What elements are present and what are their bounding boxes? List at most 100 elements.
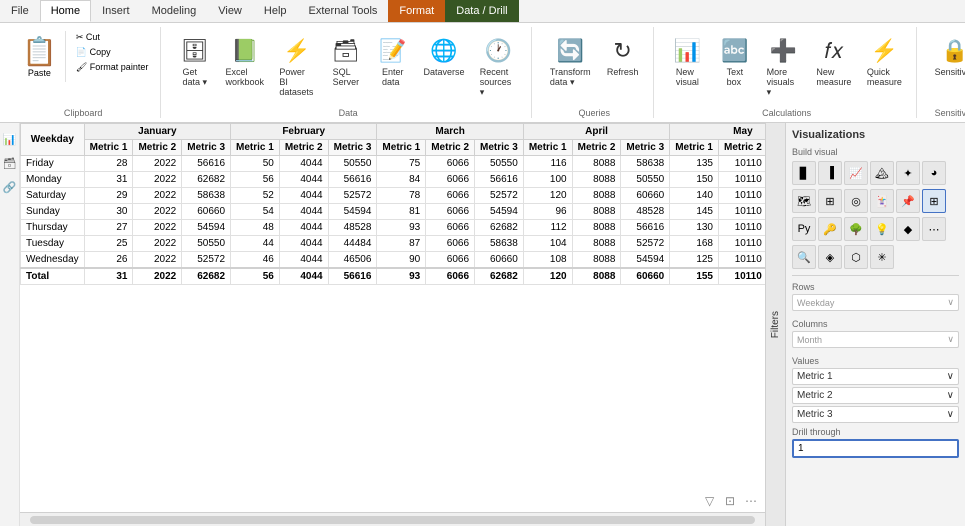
feb-metric2-header: Metric 2	[279, 140, 328, 156]
more-options-icon[interactable]: ⋯	[745, 494, 761, 510]
tab-external-tools[interactable]: External Tools	[298, 0, 389, 22]
excel-workbook-button[interactable]: 📗 Excelworkbook	[220, 31, 269, 91]
weekday-header: Weekday	[21, 124, 85, 156]
vis-icon-python[interactable]: Py	[792, 217, 816, 241]
metric3-cell: 44484	[328, 236, 377, 252]
metric1-cell: 120	[523, 188, 572, 204]
weekday-cell: Monday	[21, 172, 85, 188]
sql-server-button[interactable]: 🗃 SQLServer	[325, 31, 368, 91]
vis-icon-scatter[interactable]: ✦	[896, 161, 920, 185]
tab-insert[interactable]: Insert	[91, 0, 141, 22]
sensitivity-icon: 🔒	[939, 35, 965, 67]
columns-value[interactable]: Month ∨	[792, 331, 959, 348]
vis-icon-gauge[interactable]: ◎	[844, 189, 868, 213]
vis-icon-shape[interactable]: ◆	[896, 217, 920, 241]
recent-sources-button[interactable]: 🕐 Recentsources ▾	[474, 31, 523, 102]
table-row: Total31202262682564044566169360666268212…	[21, 268, 766, 285]
weekday-cell: Sunday	[21, 204, 85, 220]
metric1-cell: 27	[84, 220, 133, 236]
metric3-cell: 60660	[621, 188, 670, 204]
horizontal-scrollbar[interactable]	[30, 516, 755, 524]
metric3-value[interactable]: Metric 3 ∨	[792, 406, 959, 423]
tab-data-drill[interactable]: Data / Drill	[445, 0, 518, 22]
new-measure-button[interactable]: 𝑓𝑥 Newmeasure	[811, 31, 857, 91]
vis-icon-bar2[interactable]: ▐	[818, 161, 842, 185]
tab-file[interactable]: File	[0, 0, 40, 22]
clipboard-group: 📋 Paste ✂ Cut 📄 Copy 🖌 Format painter Cl…	[6, 27, 161, 118]
filter-tab[interactable]: Filters	[766, 123, 786, 526]
weekday-cell: Thursday	[21, 220, 85, 236]
metric3-cell: 56616	[328, 268, 377, 285]
sidebar-report-icon[interactable]: 📊	[2, 131, 18, 147]
get-data-button[interactable]: 🗄 Getdata ▾	[173, 31, 216, 92]
sidebar-data-icon[interactable]: 🗃	[2, 155, 18, 171]
more-visuals-button[interactable]: ➕ Morevisuals ▾	[761, 31, 807, 102]
dataverse-button[interactable]: 🌐 Dataverse	[418, 31, 470, 81]
vis-icon-custom1[interactable]: 🔍	[792, 245, 816, 269]
metric3-cell: 50550	[621, 172, 670, 188]
focus-icon[interactable]: ⊡	[725, 494, 741, 510]
tab-help[interactable]: Help	[253, 0, 298, 22]
metric2-value[interactable]: Metric 2 ∨	[792, 387, 959, 404]
copy-button[interactable]: 📄 Copy	[72, 46, 152, 59]
queries-group: 🔄 Transformdata ▾ ↻ Refresh Queries	[536, 27, 654, 118]
metric2-cell: 4044	[279, 156, 328, 172]
ribbon: File Home Insert Modeling View Help Exte…	[0, 0, 965, 123]
metric3-label: Metric 3	[797, 409, 833, 420]
vis-icon-custom3[interactable]: ⬡	[844, 245, 868, 269]
metric1-cell: 75	[377, 156, 426, 172]
metric3-cell: 62682	[475, 268, 524, 285]
metric3-cell: 52572	[475, 188, 524, 204]
vis-icon-more[interactable]: ⋯	[922, 217, 946, 241]
text-box-button[interactable]: 🔤 Textbox	[713, 31, 757, 91]
metric3-cell: 50550	[475, 156, 524, 172]
tab-modeling[interactable]: Modeling	[141, 0, 208, 22]
quick-measure-button[interactable]: ⚡ Quickmeasure	[861, 31, 907, 91]
apr-metric1-header: Metric 1	[523, 140, 572, 156]
cut-button[interactable]: ✂ Cut	[72, 31, 152, 44]
vis-icon-pie[interactable]: ◕	[922, 161, 946, 185]
vis-icon-map[interactable]: 🗺	[792, 189, 816, 213]
vis-icon-custom2[interactable]: ◈	[818, 245, 842, 269]
power-bi-datasets-button[interactable]: ⚡ Power BIdatasets	[273, 31, 320, 101]
sidebar-model-icon[interactable]: 🔗	[2, 179, 18, 195]
drill-through-input[interactable]	[792, 439, 959, 458]
metric2-cell: 8088	[572, 220, 621, 236]
vis-icon-kpi[interactable]: 📌	[896, 189, 920, 213]
vis-icon-decomp[interactable]: 🌳	[844, 217, 868, 241]
tab-view[interactable]: View	[207, 0, 253, 22]
tab-home[interactable]: Home	[40, 0, 91, 22]
rows-value[interactable]: Weekday ∨	[792, 294, 959, 311]
metric1-value[interactable]: Metric 1 ∨	[792, 368, 959, 385]
metric3-cell: 52572	[328, 188, 377, 204]
vis-icon-area[interactable]: 🏔	[870, 161, 894, 185]
right-panel: Filters Visualizations Build visual ▊ ▐ …	[765, 123, 965, 526]
vis-icon-matrix[interactable]: ⊞	[922, 189, 946, 213]
dataverse-icon: 🌐	[428, 35, 460, 67]
columns-section: Columns Month ∨	[792, 319, 959, 348]
metric3-cell: 54594	[182, 220, 231, 236]
tab-format[interactable]: Format	[388, 0, 445, 22]
metric2-cell: 8088	[572, 156, 621, 172]
vis-icon-custom4[interactable]: ✳	[870, 245, 894, 269]
refresh-button[interactable]: ↻ Refresh	[601, 31, 645, 81]
get-data-label: Getdata ▾	[182, 67, 207, 88]
vis-icon-key[interactable]: 🔑	[818, 217, 842, 241]
new-visual-button[interactable]: 📊 Newvisual	[666, 31, 710, 91]
filter-icon[interactable]: ▽	[705, 494, 721, 510]
vis-icon-bar[interactable]: ▊	[792, 161, 816, 185]
metric1-cell: 100	[523, 172, 572, 188]
enter-data-label: Enterdata	[382, 67, 404, 87]
vis-icon-card[interactable]: 🃏	[870, 189, 894, 213]
table-footer-icons: ▽ ⊡ ⋯	[705, 494, 761, 510]
table-scroll[interactable]: Weekday January February March April May…	[20, 123, 765, 526]
enter-data-button[interactable]: 📝 Enterdata	[371, 31, 414, 91]
data-group: 🗄 Getdata ▾ 📗 Excelworkbook ⚡ Power BIda…	[165, 27, 532, 118]
sensitivity-button[interactable]: 🔒 Sensitivity	[929, 31, 965, 81]
vis-icon-treemap[interactable]: ⊞	[818, 189, 842, 213]
transform-data-button[interactable]: 🔄 Transformdata ▾	[544, 31, 597, 92]
paste-button[interactable]: 📋 Paste	[14, 31, 66, 82]
format-painter-button[interactable]: 🖌 Format painter	[72, 61, 152, 74]
vis-icon-line[interactable]: 📈	[844, 161, 868, 185]
vis-icon-smart[interactable]: 💡	[870, 217, 894, 241]
